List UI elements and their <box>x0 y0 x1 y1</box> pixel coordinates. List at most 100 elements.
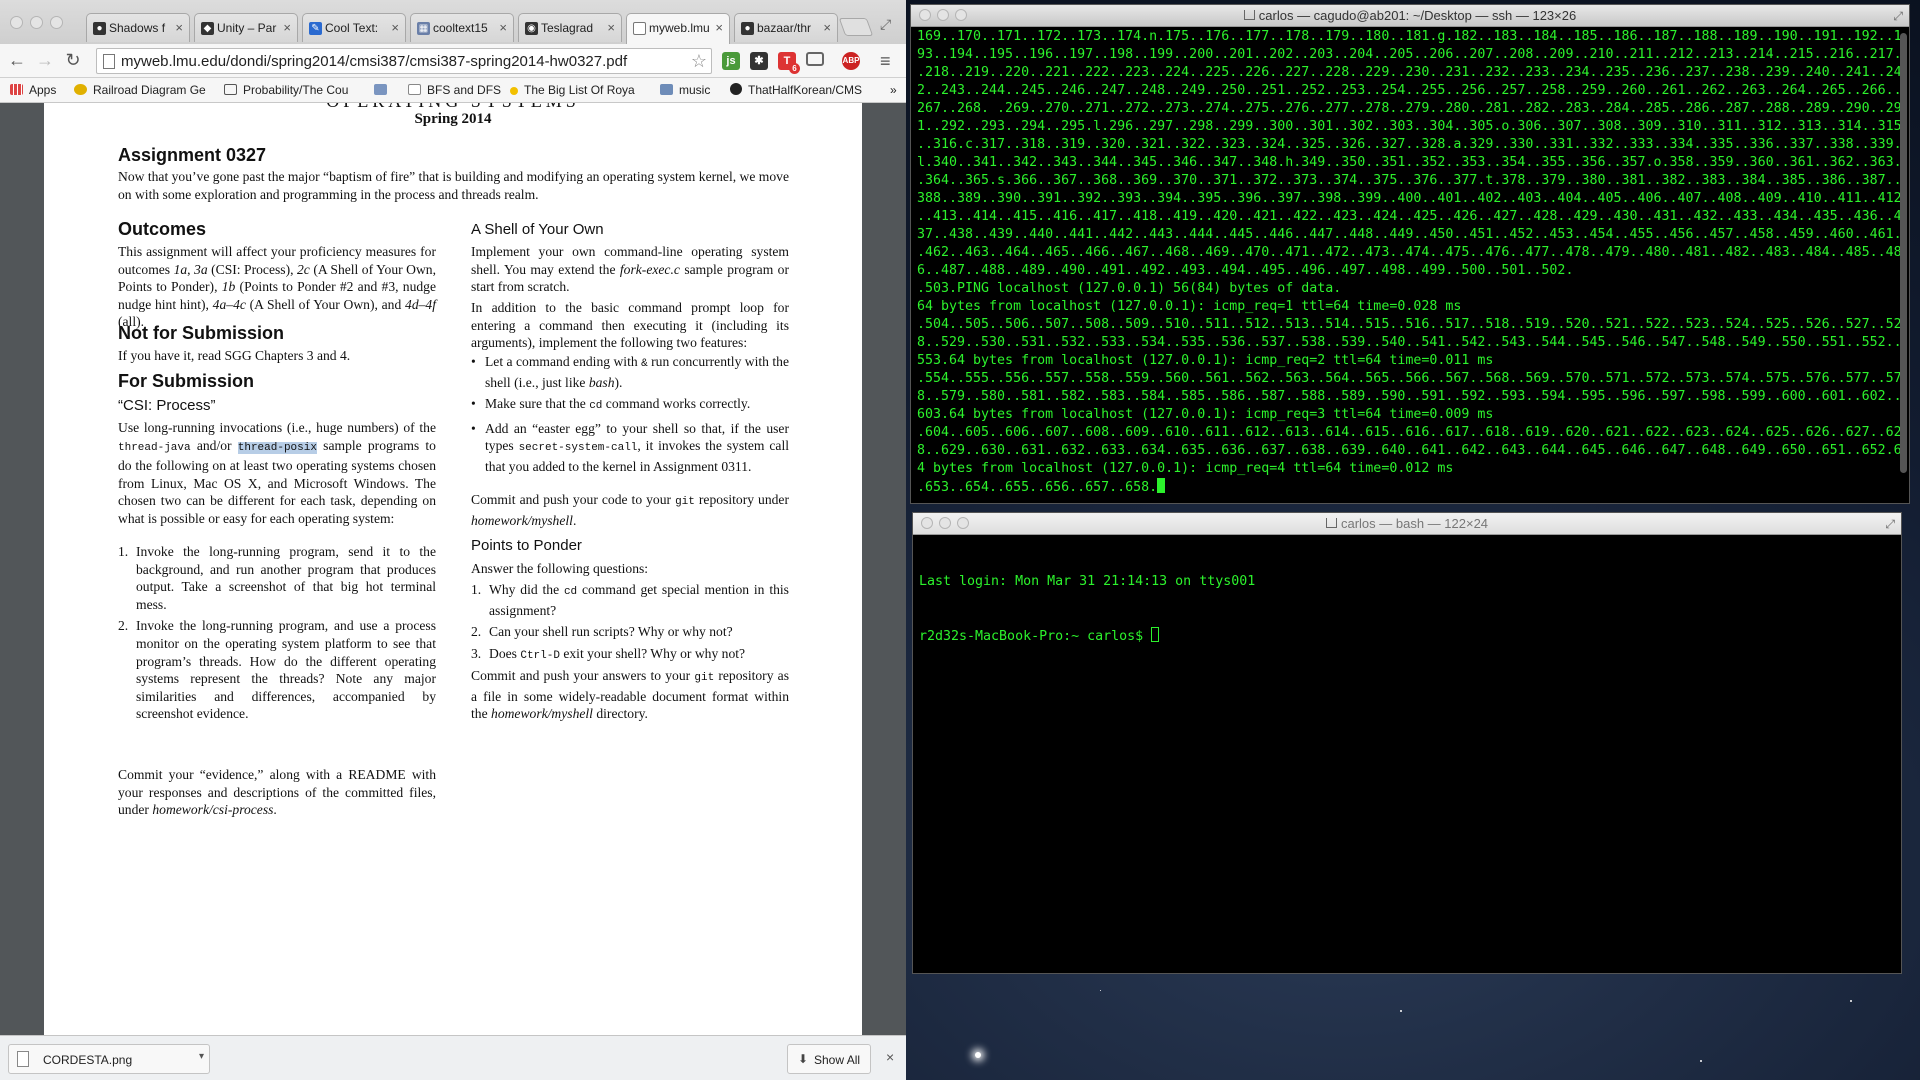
scrollbar[interactable] <box>1900 33 1907 473</box>
desktop-star <box>1100 990 1101 991</box>
menu-icon[interactable]: ≡ <box>880 51 891 72</box>
assignment-title: Assignment 0327 <box>118 145 267 165</box>
csi-text: Use long-running invocations (i.e., huge… <box>118 420 436 435</box>
fullscreen-icon[interactable]: ⤢ <box>1893 5 1903 27</box>
close-tab-icon[interactable]: × <box>175 20 183 35</box>
url-text[interactable]: myweb.lmu.edu/dondi/spring2014/cmsi387/c… <box>121 53 627 70</box>
pdf-viewer[interactable]: OPERATING SYSTEMS Spring 2014 Assignment… <box>0 103 906 1035</box>
shell-prompt: r2d32s-MacBook-Pro:~ carlos$ <box>919 629 1152 644</box>
item-text: exit your shell? Why or why not? <box>559 645 746 661</box>
cast-icon[interactable] <box>806 52 824 66</box>
close-window-button[interactable] <box>921 517 933 529</box>
not-for-submission-text: If you have it, read SGG Chapters 3 and … <box>118 348 351 363</box>
tab-cooltext15[interactable]: ▦ cooltext15 × <box>410 13 514 42</box>
terminal-window-ssh[interactable]: carlos — cagudo@ab201: ~/Desktop — ssh —… <box>910 4 1910 504</box>
close-tab-icon[interactable]: × <box>499 20 507 35</box>
bookmark-star-icon[interactable]: ☆ <box>691 51 707 72</box>
code-thread-posix-selected[interactable]: thread-posix <box>237 441 317 454</box>
terminal-output[interactable]: Last login: Mon Mar 31 21:14:13 on ttys0… <box>919 537 1897 973</box>
js-extension-icon[interactable]: js <box>722 52 740 70</box>
list-item: 1. Invoke the long-running program, send … <box>118 543 436 613</box>
terminal-line: 8..629..630..631..632..633..634..635..63… <box>917 443 1902 458</box>
back-button[interactable]: ← <box>6 50 28 71</box>
code-thread-java: thread-java <box>118 441 191 454</box>
close-tab-icon[interactable]: × <box>283 20 291 35</box>
terminal-titlebar[interactable]: carlos — cagudo@ab201: ~/Desktop — ssh —… <box>911 5 1909 27</box>
close-tab-icon[interactable]: × <box>823 20 831 35</box>
terminal-line: 267..268. .269..270..271..272..273..274.… <box>917 101 1902 116</box>
tab-cooltext[interactable]: ✎ Cool Text: × <box>302 13 406 42</box>
bookmark-big-list[interactable]: The Big List Of Roya <box>510 83 635 97</box>
csi-task-list: 1. Invoke the long-running program, send … <box>118 543 436 727</box>
close-tab-icon[interactable]: × <box>391 20 399 35</box>
list-item: 3. Does Ctrl-D exit your shell? Why or wh… <box>471 645 789 666</box>
shell-commit-paragraph: Commit and push your code to your git re… <box>471 491 789 529</box>
tab-myweb[interactable]: myweb.lmu × <box>626 13 730 44</box>
outcome-code: 4a–4c <box>212 296 246 312</box>
forward-button[interactable]: → <box>34 50 56 71</box>
zoom-window-button[interactable] <box>957 517 969 529</box>
bookmark-railroad[interactable]: Railroad Diagram Ge <box>74 83 206 97</box>
close-window-button[interactable] <box>919 9 931 21</box>
item-text: Invoke the long-running program, and use… <box>136 618 436 722</box>
download-item[interactable]: CORDESTA.png ▾ <box>8 1044 210 1074</box>
close-window-button[interactable] <box>10 16 23 29</box>
item-text: ). <box>614 374 623 390</box>
tab-label: Cool Text: <box>325 21 379 35</box>
terminal-window-bash[interactable]: carlos — bash — 122×24 ⤢ Last login: Mon… <box>912 512 1902 974</box>
tab-label: Unity – Par <box>217 21 277 35</box>
outcome-code: 1a <box>173 261 188 277</box>
terminal-line: 64 bytes from localhost (127.0.0.1): icm… <box>917 299 1462 314</box>
code-text: Ctrl-D <box>520 649 560 662</box>
tab-teslagrad[interactable]: ◉ Teslagrad × <box>518 13 622 42</box>
bookmarks-overflow-button[interactable]: » <box>890 83 897 97</box>
points-to-ponder-heading: Points to Ponder <box>471 537 582 554</box>
terminal-line: 169..170..171..172..173..174.n.175..176.… <box>917 29 1902 44</box>
close-tab-icon[interactable]: × <box>607 20 615 35</box>
zoom-window-button[interactable] <box>955 9 967 21</box>
home-icon <box>1243 10 1255 20</box>
todoist-extension-icon[interactable]: T6 <box>778 52 800 74</box>
close-download-shelf-icon[interactable]: × <box>886 1049 894 1065</box>
terminal-line: 1..292..293..294..295.l.296..297..298..2… <box>917 119 1902 134</box>
ponder-commit-text: directory. <box>592 706 648 722</box>
item-number: 2. <box>118 618 129 634</box>
fullscreen-icon[interactable]: ⤢ <box>880 16 891 33</box>
cursor <box>1151 627 1160 642</box>
adblock-icon[interactable]: ABP <box>842 52 860 70</box>
bookmark-apps[interactable]: Apps <box>10 83 56 97</box>
terminal-titlebar[interactable]: carlos — bash — 122×24 ⤢ <box>913 513 1901 535</box>
minimize-window-button[interactable] <box>30 16 43 29</box>
terminal-line: .604..605..606..607..608..609..610..611.… <box>917 425 1902 440</box>
fullscreen-icon[interactable]: ⤢ <box>1885 513 1895 535</box>
prompt-line[interactable]: r2d32s-MacBook-Pro:~ carlos$ <box>919 627 1897 646</box>
bookmark-label: music <box>679 83 711 97</box>
bookmark-image-folder[interactable] <box>374 83 393 97</box>
terminal-line: .503.PING localhost (127.0.0.1) 56(84) b… <box>917 281 1342 296</box>
zoom-window-button[interactable] <box>50 16 63 29</box>
tab-unity[interactable]: ◆ Unity – Par × <box>194 13 298 42</box>
shell-heading: A Shell of Your Own <box>471 221 604 238</box>
terminal-output[interactable]: 169..170..171..172..173..174.n.175..176.… <box>917 28 1905 503</box>
bookmark-probability[interactable]: Probability/The Cou <box>224 83 348 97</box>
chevron-down-icon[interactable]: ▾ <box>199 1051 204 1062</box>
bookmark-music[interactable]: music <box>660 83 710 97</box>
apps-icon <box>10 84 23 95</box>
puzzle-extension-icon[interactable]: ✱ <box>750 52 768 70</box>
new-tab-button[interactable] <box>838 18 874 36</box>
tab-shadows[interactable]: ● Shadows f × <box>86 13 190 42</box>
terminal-line: l.340..341..342..343..344..345..346..347… <box>917 155 1902 170</box>
minimize-window-button[interactable] <box>937 9 949 21</box>
reload-button[interactable]: ↻ <box>62 50 84 71</box>
close-tab-icon[interactable]: × <box>715 20 723 35</box>
unity-icon: ◆ <box>201 22 214 35</box>
bookmark-bfs-dfs[interactable]: BFS and DFS <box>408 83 501 97</box>
bookmark-thathalfkorean[interactable]: ThatHalfKorean/CMS <box>730 83 862 97</box>
minimize-window-button[interactable] <box>939 517 951 529</box>
address-bar[interactable]: myweb.lmu.edu/dondi/spring2014/cmsi387/c… <box>96 48 712 74</box>
show-all-downloads-button[interactable]: ⬇ Show All <box>787 1044 871 1074</box>
terminal-line: 93..194..195..196..197..198..199..200..2… <box>917 47 1902 62</box>
ponder-commit-text: Commit and push your answers to your <box>471 668 695 683</box>
tab-bazaar[interactable]: ● bazaar/thr × <box>734 13 838 42</box>
list-item: 2. Invoke the long-running program, and u… <box>118 617 436 723</box>
